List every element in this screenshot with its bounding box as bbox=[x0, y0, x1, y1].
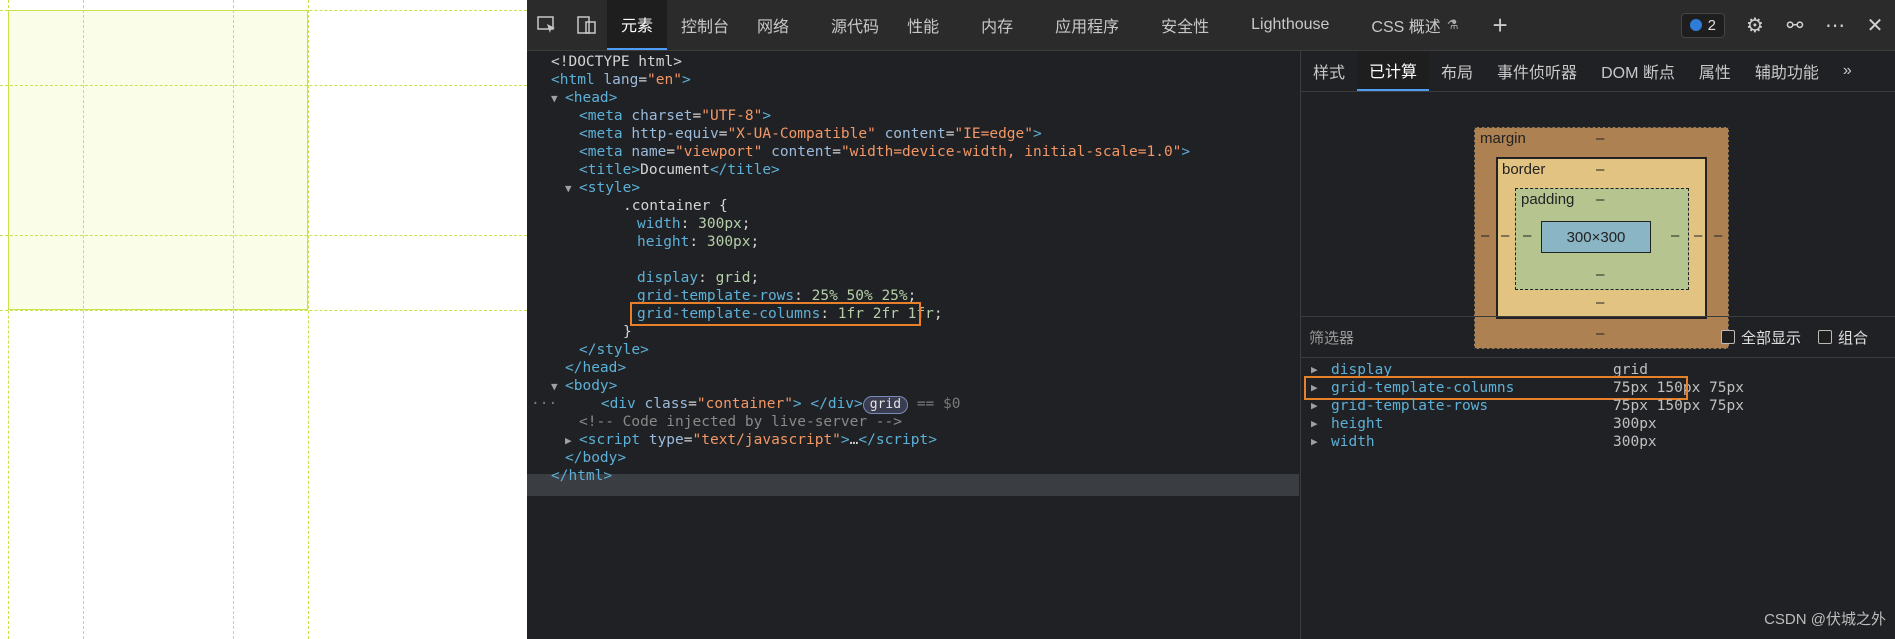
margin-top-value: – bbox=[1596, 130, 1605, 147]
border-right-value: – bbox=[1694, 227, 1703, 244]
customize-icon[interactable]: ⚯ bbox=[1775, 0, 1815, 50]
tab-css-overview-label: CSS 概述 bbox=[1371, 19, 1441, 36]
grid-line bbox=[233, 0, 234, 639]
selected-row-bg bbox=[527, 474, 1299, 496]
padding-label: padding bbox=[1521, 191, 1575, 208]
flask-icon: ⚗ bbox=[1446, 17, 1459, 32]
expand-triangle-icon[interactable]: ▶ bbox=[1311, 431, 1318, 453]
tab-computed[interactable]: 已计算 bbox=[1357, 51, 1430, 91]
padding-right-value: – bbox=[1671, 227, 1680, 244]
pane-tabs: 样式 已计算 布局 事件侦听器 DOM 断点 属性 辅助功能 » bbox=[1301, 51, 1895, 92]
close-icon[interactable]: ✕ bbox=[1855, 0, 1895, 50]
show-all-checkbox[interactable]: 全部显示 bbox=[1721, 327, 1801, 348]
gear-icon[interactable]: ⚙ bbox=[1735, 0, 1775, 50]
tab-security[interactable]: 安全性 bbox=[1133, 0, 1223, 50]
watermark: CSDN @伏城之外 bbox=[1764, 611, 1886, 628]
issues-icon bbox=[1689, 19, 1702, 31]
padding-bottom-value: – bbox=[1596, 266, 1605, 283]
grid-line bbox=[8, 0, 9, 639]
elements-tree: <!DOCTYPE html> <html lang="en"> ▼ <head>… bbox=[527, 51, 1299, 639]
tab-styles[interactable]: 样式 bbox=[1301, 51, 1357, 91]
css-rule: height: 300px; bbox=[637, 234, 760, 250]
margin-label: margin bbox=[1480, 130, 1526, 147]
computed-filter-bar: 筛选器 全部显示 组合 bbox=[1301, 316, 1895, 358]
tab-performance[interactable]: 性能 bbox=[893, 0, 953, 50]
highlight-box bbox=[630, 302, 921, 326]
box-model-content: 300×300 bbox=[1541, 221, 1651, 253]
group-label: 组合 bbox=[1838, 329, 1869, 347]
border-bottom-value: – bbox=[1596, 294, 1605, 311]
border-top-value: – bbox=[1596, 161, 1605, 178]
grid-line bbox=[83, 0, 84, 639]
issues-count: 2 bbox=[1707, 16, 1716, 34]
grid-container-overlay bbox=[8, 10, 308, 310]
grid-line bbox=[0, 310, 527, 311]
more-options-icon[interactable]: ⋯ bbox=[1815, 0, 1855, 50]
show-all-label: 全部显示 bbox=[1741, 329, 1802, 347]
tab-properties[interactable]: 属性 bbox=[1687, 51, 1743, 91]
grid-line bbox=[0, 235, 527, 236]
tab-accessibility[interactable]: 辅助功能 bbox=[1743, 51, 1831, 91]
node-actions-icon: ··· bbox=[531, 396, 566, 412]
add-tab-icon[interactable]: + bbox=[1472, 0, 1521, 50]
group-checkbox[interactable]: 组合 bbox=[1818, 327, 1868, 348]
padding-left-value: – bbox=[1523, 227, 1532, 244]
margin-right-value: – bbox=[1714, 227, 1723, 244]
inspect-element-icon[interactable] bbox=[527, 0, 567, 50]
tab-layout[interactable]: 布局 bbox=[1429, 51, 1485, 91]
border-left-value: – bbox=[1501, 227, 1510, 244]
checkbox-icon bbox=[1721, 330, 1735, 344]
device-emulation-icon[interactable] bbox=[567, 0, 607, 50]
margin-left-value: – bbox=[1481, 227, 1490, 244]
expand-triangle-icon: ▼ bbox=[565, 182, 572, 195]
checkbox-icon bbox=[1818, 330, 1832, 344]
tab-dom-breakpoints[interactable]: DOM 断点 bbox=[1589, 51, 1687, 91]
tab-console[interactable]: 控制台 bbox=[667, 0, 743, 50]
tab-elements[interactable]: 元素 bbox=[607, 0, 668, 50]
tab-event-listeners[interactable]: 事件侦听器 bbox=[1485, 51, 1589, 91]
tab-network[interactable]: 网络 bbox=[743, 0, 803, 50]
tree-line[interactable]: </html> bbox=[551, 465, 612, 487]
grid-line bbox=[0, 85, 527, 86]
page-preview bbox=[0, 0, 527, 639]
tab-memory[interactable]: 内存 bbox=[953, 0, 1027, 50]
grid-line bbox=[308, 0, 309, 639]
issues-badge[interactable]: 2 bbox=[1680, 12, 1725, 38]
devtools-toolbar: 元素 控制台 网络 源代码 性能 内存 应用程序 安全性 Lighthouse … bbox=[527, 0, 1895, 51]
tab-css-overview[interactable]: CSS 概述 ⚗ bbox=[1343, 0, 1472, 50]
styles-pane: 样式 已计算 布局 事件侦听器 DOM 断点 属性 辅助功能 » margin … bbox=[1300, 51, 1895, 639]
more-tabs-icon[interactable]: » bbox=[1831, 51, 1864, 91]
padding-top-value: – bbox=[1596, 191, 1605, 208]
tab-application[interactable]: 应用程序 bbox=[1027, 0, 1133, 50]
computed-row[interactable]: ▶ width 300px bbox=[1301, 431, 1895, 453]
expand-triangle-icon: ▼ bbox=[551, 92, 558, 105]
devtools: 元素 控制台 网络 源代码 性能 内存 应用程序 安全性 Lighthouse … bbox=[527, 0, 1895, 639]
border-label: border bbox=[1502, 161, 1546, 178]
tab-sources[interactable]: 源代码 bbox=[803, 0, 893, 50]
filter-input[interactable]: 筛选器 bbox=[1309, 327, 1354, 348]
tab-lighthouse[interactable]: Lighthouse bbox=[1223, 0, 1343, 50]
grid-line bbox=[0, 10, 527, 11]
